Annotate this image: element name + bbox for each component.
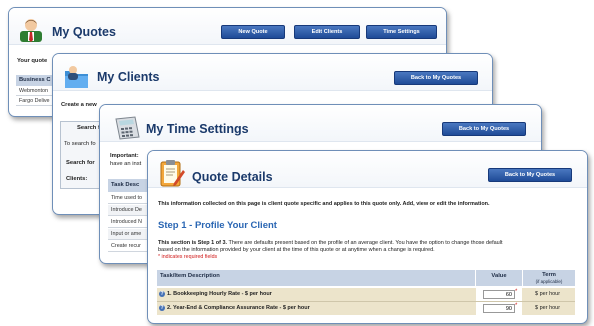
search-panel-label: Search f: [77, 125, 100, 131]
term-value: $ per hour: [535, 291, 561, 297]
section-text-line-1: There are defaults present based on the …: [227, 240, 503, 246]
required-asterisk: *: [515, 303, 518, 309]
quote-details-title: Quote Details: [192, 170, 273, 184]
step-heading: Step 1 - Profile Your Client: [158, 220, 277, 231]
term-column-label: Term: [542, 272, 556, 278]
my-quotes-title: My Quotes: [52, 25, 116, 39]
time-row[interactable]: Introduced N: [108, 217, 150, 228]
value-cell: *: [476, 288, 522, 301]
back-to-my-quotes-button[interactable]: Back to My Quotes: [442, 122, 526, 136]
section-step-label: This section is Step 1 of 3.: [158, 240, 228, 246]
help-icon[interactable]: ?: [159, 305, 165, 311]
clients-label: Clients:: [66, 176, 88, 182]
value-column-label: Value: [491, 273, 507, 279]
year-end-rate-input[interactable]: [483, 304, 515, 313]
my-time-settings-title: My Time Settings: [146, 122, 249, 136]
new-quote-button[interactable]: New Quote: [221, 25, 285, 39]
clients-intro-text: Create a new: [61, 102, 97, 108]
section-text-line-2: based on the information provided by you…: [158, 247, 435, 253]
my-clients-title: My Clients: [97, 70, 160, 84]
folder-user-icon: [65, 66, 88, 88]
search-hint-text: To search fo: [64, 141, 96, 147]
task-description-header: Task Desc: [108, 179, 150, 192]
clipboard-icon: [160, 160, 185, 187]
time-row[interactable]: Time used to: [108, 193, 150, 204]
time-settings-button[interactable]: Time Settings: [366, 25, 437, 39]
important-text: have an inst: [110, 161, 142, 167]
term-value: $ per hour: [535, 305, 561, 311]
quotes-intro-text: Your quote: [17, 58, 48, 64]
required-asterisk: *: [515, 289, 518, 295]
bookkeeping-rate-input[interactable]: [483, 290, 515, 299]
table-row: ? 1. Bookkeeping Hourly Rate - $ per hou…: [157, 288, 575, 302]
search-for-label: Search for: [66, 160, 95, 166]
value-cell: *: [476, 302, 522, 315]
back-to-my-quotes-button[interactable]: Back to My Quotes: [488, 168, 572, 182]
help-icon[interactable]: ?: [159, 291, 165, 297]
time-row[interactable]: Introduce De: [108, 205, 150, 216]
calculator-icon: [115, 116, 140, 140]
table-row: ? 2. Year-End & Compliance Assurance Rat…: [157, 302, 575, 315]
edit-clients-button[interactable]: Edit Clients: [294, 25, 360, 39]
back-to-my-quotes-button[interactable]: Back to My Quotes: [394, 71, 478, 85]
user-icon: [20, 19, 42, 42]
quote-intro-text: This information collected on this page …: [158, 201, 490, 207]
term-column-sublabel: (if applicable): [535, 279, 563, 284]
quote-details-window: Quote Details Back to My Quotes This inf…: [147, 150, 588, 324]
value-column-header: Value: [476, 270, 522, 286]
row-label: 2. Year-End & Compliance Assurance Rate …: [167, 305, 310, 311]
section-description: This section is Step 1 of 3. There are d…: [158, 240, 502, 246]
time-row[interactable]: Input or ame: [108, 229, 150, 240]
required-fields-note: * indicates required fields: [158, 254, 218, 260]
row-label: 1. Bookkeeping Hourly Rate - $ per hour: [167, 291, 272, 297]
term-column-header: Term (if applicable): [523, 270, 575, 286]
time-row[interactable]: Create recur: [108, 241, 150, 252]
important-label: Important:: [110, 153, 139, 159]
task-item-column-header: Task/Item Description: [157, 270, 475, 286]
